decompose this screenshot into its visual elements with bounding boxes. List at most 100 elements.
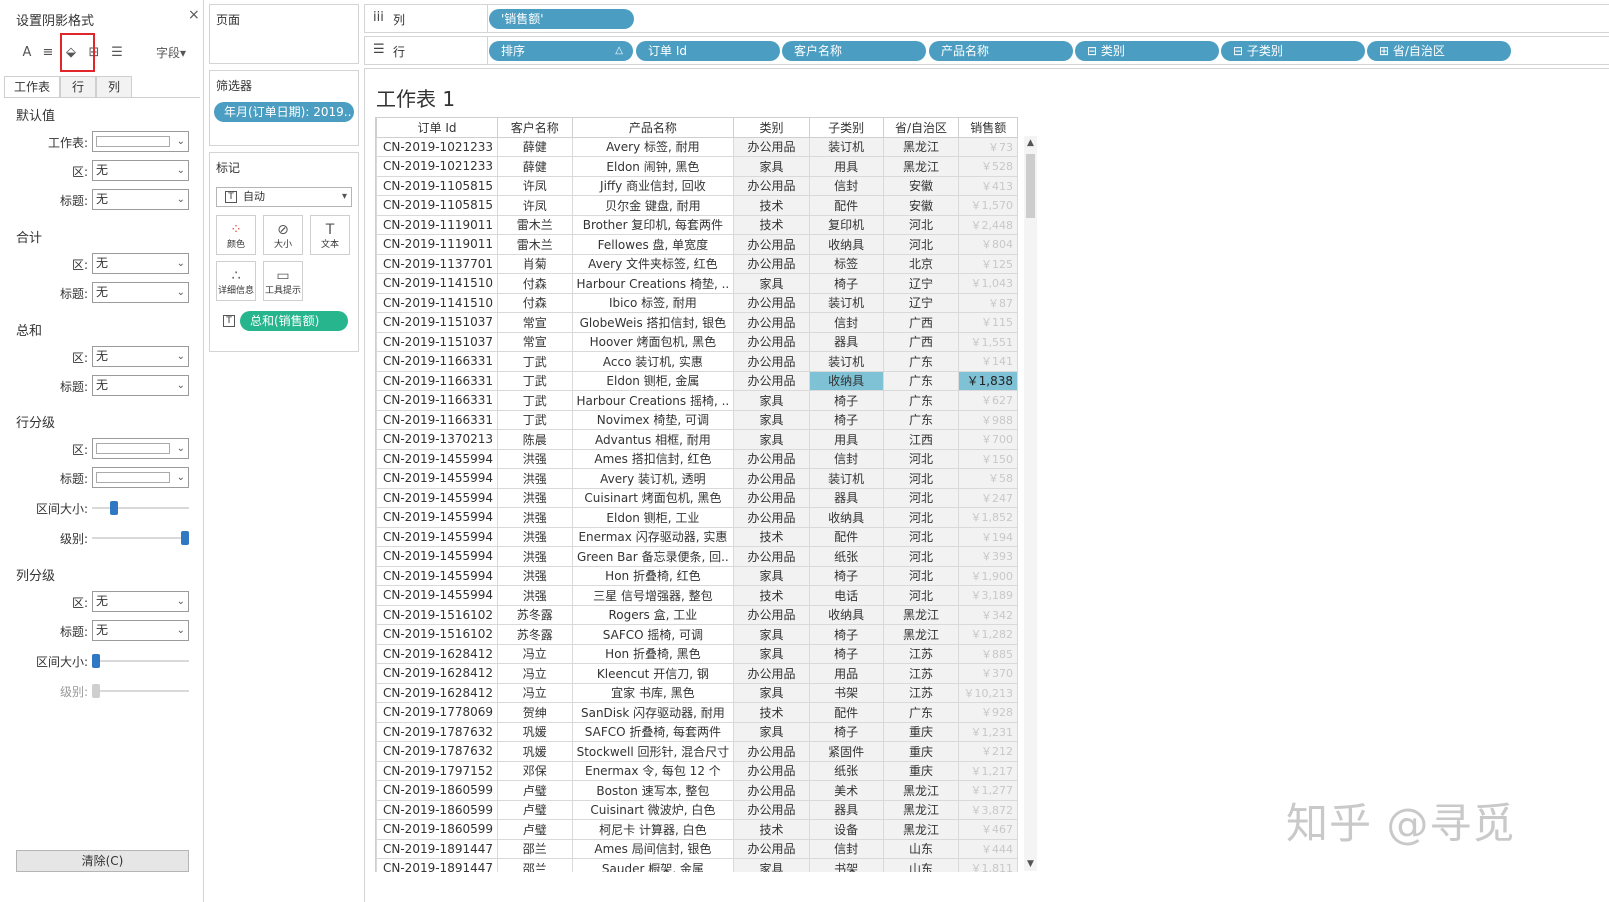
province-cell[interactable]: 江苏 [882, 643, 960, 664]
category-cell[interactable]: 家具 [733, 273, 810, 294]
province-cell[interactable]: 重庆 [882, 760, 960, 781]
product-cell[interactable]: Cuisinart 烤面包机, 黑色 [571, 487, 735, 508]
table-row[interactable]: CN-2019-1787632 巩媛 Stockwell 回形针, 混合尺寸 办公用品… [376, 741, 1018, 762]
table-row[interactable]: CN-2019-1455994 洪强 Green Bar 备忘录便条, 回.. 办公用… [376, 546, 1018, 567]
table-row[interactable]: CN-2019-1151037 常宣 Hoover 烤面包机, 黑色 办公用品 器具 广西… [376, 331, 1018, 352]
product-cell[interactable]: Rogers 盒, 工业 [571, 604, 735, 625]
province-cell[interactable]: 江西 [882, 429, 960, 450]
category-cell[interactable]: 办公用品 [733, 234, 810, 255]
customer-cell[interactable]: 洪强 [497, 448, 573, 469]
province-cell[interactable]: 安徽 [882, 175, 960, 196]
order-id-cell[interactable]: CN-2019-1516102 [376, 624, 498, 645]
order-id-cell[interactable]: CN-2019-1455994 [376, 565, 498, 586]
product-cell[interactable]: Green Bar 备忘录便条, 回.. [571, 546, 735, 567]
order-id-cell[interactable]: CN-2019-1787632 [376, 741, 498, 762]
province-cell[interactable]: 广东 [882, 390, 960, 411]
sales-cell[interactable]: ￥1,277 [958, 780, 1018, 801]
sales-cell[interactable]: ￥125 [958, 253, 1018, 274]
category-cell[interactable]: 技术 [733, 702, 810, 723]
row-pill-subcategory[interactable]: ⊟ 子类别 [1221, 41, 1365, 61]
order-id-cell[interactable]: CN-2019-1021233 [376, 156, 498, 177]
subcategory-cell[interactable]: 紧固件 [808, 741, 884, 762]
subcategory-cell[interactable]: 椅子 [808, 624, 884, 645]
font-format-icon[interactable]: A [20, 40, 34, 66]
table-row[interactable]: CN-2019-1021233 薛健 Avery 标签, 耐用 办公用品 装订机 黑龙江 ￥… [376, 136, 1018, 157]
province-cell[interactable]: 河北 [882, 507, 960, 528]
order-id-cell[interactable]: CN-2019-1891447 [376, 838, 498, 859]
subcategory-cell[interactable]: 用具 [808, 156, 884, 177]
category-cell[interactable]: 家具 [733, 156, 810, 177]
category-cell[interactable]: 办公用品 [733, 253, 810, 274]
table-row[interactable]: CN-2019-1455994 洪强 Cuisinart 烤面包机, 黑色 办公用品器… [376, 487, 1018, 508]
category-cell[interactable]: 技术 [733, 526, 810, 547]
tooltip-button[interactable]: ▭ 工具提示 [263, 261, 303, 301]
customer-cell[interactable]: 许凤 [497, 195, 573, 216]
category-cell[interactable]: 家具 [733, 682, 810, 703]
row-pill-order-id[interactable]: 订单 Id [636, 41, 780, 61]
subcategory-cell[interactable]: 装订机 [808, 292, 884, 313]
category-cell[interactable]: 家具 [733, 624, 810, 645]
table-row[interactable]: CN-2019-1455994 洪强 Avery 装订机, 透明 办公用品 装订机 河北 ￥… [376, 468, 1018, 489]
subcategory-cell[interactable]: 书架 [808, 682, 884, 703]
order-id-cell[interactable]: CN-2019-1860599 [376, 799, 498, 820]
sales-cell[interactable]: ￥141 [958, 351, 1018, 372]
totals-header-select[interactable]: 无 ⌄ [92, 282, 189, 303]
table-row[interactable]: CN-2019-1628412 冯立 Hon 折叠椅, 黑色 家具 椅子 江苏 ￥885 [376, 643, 1018, 664]
customer-cell[interactable]: 洪强 [497, 585, 573, 606]
province-cell[interactable]: 黑龙江 [882, 156, 960, 177]
customer-cell[interactable]: 冯立 [497, 682, 573, 703]
order-id-cell[interactable]: CN-2019-1455994 [376, 507, 498, 528]
worksheet-shading-select[interactable]: ⌄ [92, 131, 189, 152]
subcategory-cell[interactable]: 配件 [808, 702, 884, 723]
category-cell[interactable]: 办公用品 [733, 370, 810, 391]
order-id-cell[interactable]: CN-2019-1860599 [376, 780, 498, 801]
sales-cell[interactable]: ￥10,213 [958, 682, 1018, 703]
province-cell[interactable]: 江苏 [882, 682, 960, 703]
product-cell[interactable]: Hon 折叠椅, 红色 [571, 565, 735, 586]
subcategory-cell[interactable]: 纸张 [808, 546, 884, 567]
product-cell[interactable]: SanDisk 闪存驱动器, 耐用 [571, 702, 735, 723]
customer-cell[interactable]: 丁武 [497, 370, 573, 391]
product-cell[interactable]: Kleencut 开信刀, 钢 [571, 663, 735, 684]
subcategory-cell[interactable]: 椅子 [808, 273, 884, 294]
product-cell[interactable]: Enermax 闪存驱动器, 实惠 [571, 526, 735, 547]
sales-cell[interactable]: ￥885 [958, 643, 1018, 664]
order-id-cell[interactable]: CN-2019-1141510 [376, 273, 498, 294]
table-row[interactable]: CN-2019-1860599 卢璧 Cuisinart 微波炉, 白色 办公用品 器具… [376, 799, 1018, 820]
header-category[interactable]: 类别 [733, 117, 810, 138]
province-cell[interactable]: 黑龙江 [882, 136, 960, 157]
province-cell[interactable]: 山东 [882, 838, 960, 859]
customer-cell[interactable]: 卢璧 [497, 799, 573, 820]
table-row[interactable]: CN-2019-1455994 洪强 三星 信号增强器, 整包 技术 电话 河北 ￥3,18… [376, 585, 1018, 606]
order-id-cell[interactable]: CN-2019-1105815 [376, 195, 498, 216]
customer-cell[interactable]: 丁武 [497, 409, 573, 430]
fields-dropdown[interactable]: 字段▾ [150, 40, 192, 66]
filters-card[interactable]: 筛选器 年月(订单日期): 2019.. [209, 70, 359, 146]
subcategory-cell[interactable]: 装订机 [808, 351, 884, 372]
order-id-cell[interactable]: CN-2019-1455994 [376, 585, 498, 606]
product-cell[interactable]: Advantus 相框, 耐用 [571, 429, 735, 450]
subcategory-cell[interactable]: 收纳具 [808, 370, 884, 391]
header-province[interactable]: 省/自治区 [882, 117, 960, 138]
sales-cell[interactable]: ￥370 [958, 663, 1018, 684]
province-cell[interactable]: 河北 [882, 448, 960, 469]
province-cell[interactable]: 黑龙江 [882, 799, 960, 820]
header-order-id[interactable]: 订单 Id [376, 117, 498, 138]
lines-format-icon[interactable]: ☰ [108, 40, 126, 66]
product-cell[interactable]: Ames 局间信封, 银色 [571, 838, 735, 859]
vertical-scrollbar[interactable]: ▲ ▼ [1024, 136, 1037, 871]
detail-button[interactable]: ∴ 详细信息 [216, 261, 256, 301]
order-id-cell[interactable]: CN-2019-1628412 [376, 682, 498, 703]
table-row[interactable]: CN-2019-1166331 丁武 Novimex 椅垫, 可调 家具 椅子 广东 ￥98… [376, 409, 1018, 430]
product-cell[interactable]: Avery 装订机, 透明 [571, 468, 735, 489]
province-cell[interactable]: 河北 [882, 487, 960, 508]
product-cell[interactable]: Enermax 令, 每包 12 个 [571, 760, 735, 781]
product-cell[interactable]: Ames 搭扣信封, 红色 [571, 448, 735, 469]
category-cell[interactable]: 办公用品 [733, 799, 810, 820]
category-cell[interactable]: 家具 [733, 390, 810, 411]
sales-cell[interactable]: ￥115 [958, 312, 1018, 333]
size-button[interactable]: ⊘ 大小 [263, 215, 303, 255]
customer-cell[interactable]: 巩媛 [497, 721, 573, 742]
order-id-cell[interactable]: CN-2019-1455994 [376, 546, 498, 567]
row-pill-product[interactable]: 产品名称 [929, 41, 1073, 61]
